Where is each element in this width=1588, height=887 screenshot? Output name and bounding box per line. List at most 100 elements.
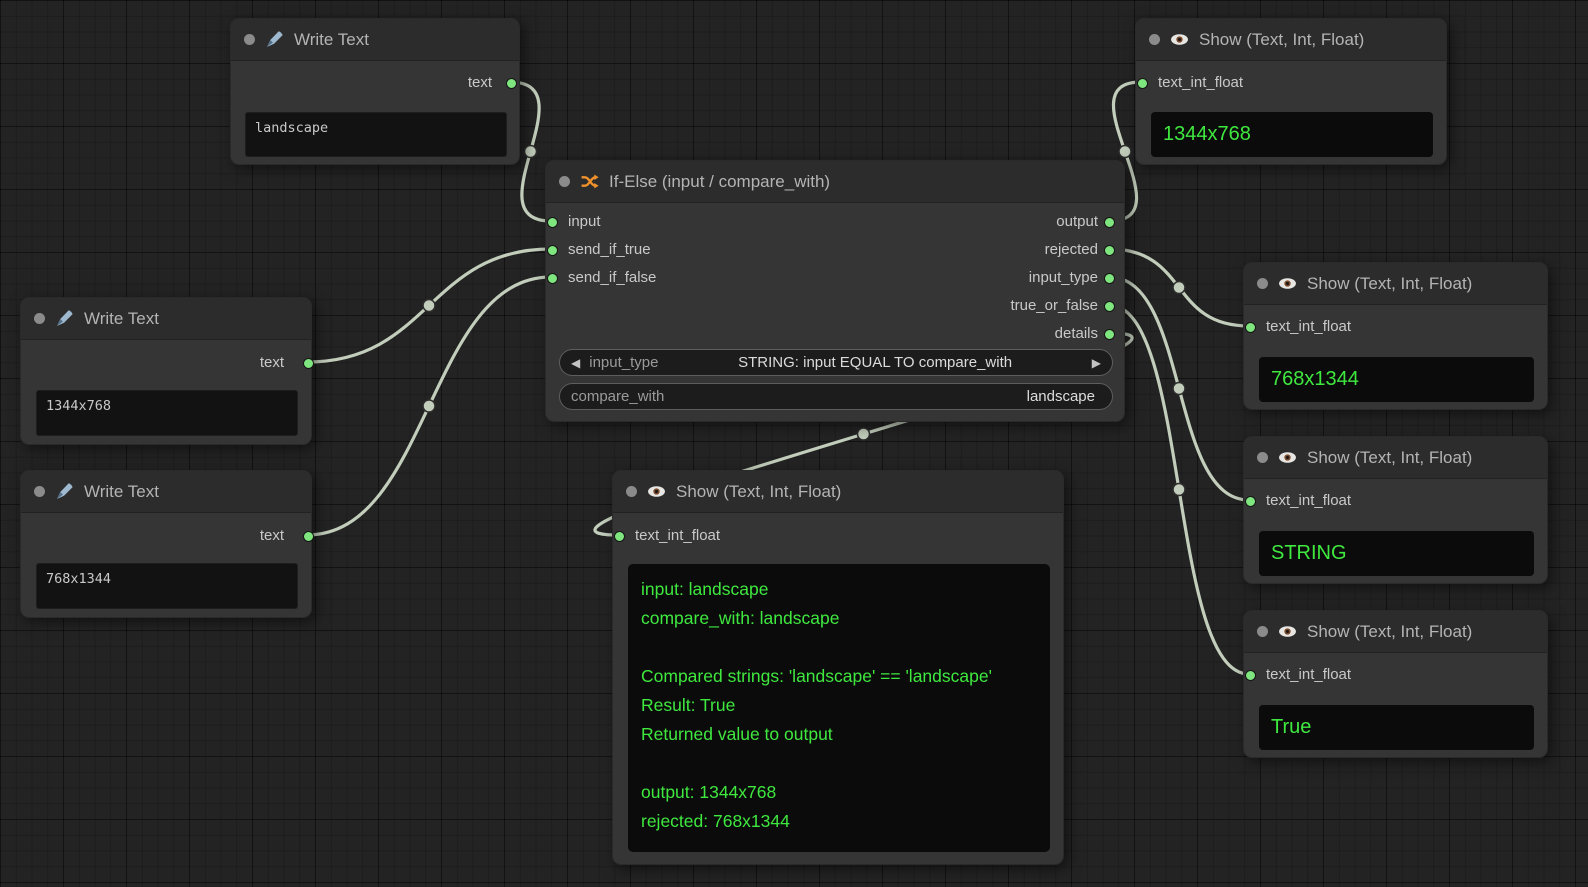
node-header[interactable]: Show (Text, Int, Float) xyxy=(1136,19,1446,61)
input-slot-label: text_int_float xyxy=(635,526,720,546)
output-slot-label: rejected xyxy=(1045,240,1098,260)
widget-value[interactable]: landscape xyxy=(1027,388,1101,405)
link-midpoint-dot[interactable] xyxy=(423,300,435,312)
input-slot-dot[interactable] xyxy=(547,273,558,284)
output-slot-dot[interactable] xyxy=(506,78,517,89)
output-slot-label: true_or_false xyxy=(1010,296,1098,316)
shuffle-icon xyxy=(580,172,599,191)
show-line xyxy=(641,633,1037,662)
link-midpoint-dot[interactable] xyxy=(1173,484,1185,496)
node-title: Show (Text, Int, Float) xyxy=(676,482,841,502)
node-write-text-2[interactable]: Write Text text 1344x768 xyxy=(20,297,312,445)
node-header[interactable]: Show (Text, Int, Float) xyxy=(613,471,1063,513)
node-title: Write Text xyxy=(84,309,159,329)
show-value: 1344x768 xyxy=(1151,112,1433,157)
node-show-right-2[interactable]: Show (Text, Int, Float) text_int_float S… xyxy=(1243,436,1548,584)
combo-prev-arrow[interactable]: ◀ xyxy=(571,357,580,369)
input-slot-label: text_int_float xyxy=(1266,665,1351,685)
eye-icon xyxy=(1278,274,1297,293)
node-show-main[interactable]: Show (Text, Int, Float) text_int_float i… xyxy=(612,470,1064,865)
collapse-dot[interactable] xyxy=(1257,278,1268,289)
widget-name: compare_with xyxy=(571,388,664,405)
combo-name: input_type xyxy=(589,354,658,371)
input-slot-dot[interactable] xyxy=(614,531,625,542)
node-title: Write Text xyxy=(294,30,369,50)
collapse-dot[interactable] xyxy=(244,34,255,45)
collapse-dot[interactable] xyxy=(34,486,45,497)
output-slot-label: input_type xyxy=(1029,268,1098,288)
text-input[interactable]: landscape xyxy=(245,112,507,157)
link-midpoint-dot[interactable] xyxy=(525,146,537,158)
show-line: output: 1344x768 xyxy=(641,778,1037,807)
node-header[interactable]: Write Text xyxy=(21,471,311,513)
collapse-dot[interactable] xyxy=(1257,452,1268,463)
link-midpoint-dot[interactable] xyxy=(1119,146,1131,158)
node-write-text-1[interactable]: Write Text text landscape xyxy=(230,18,520,165)
combo-value[interactable]: STRING: input EQUAL TO compare_with xyxy=(667,354,1082,371)
output-slot-label: text xyxy=(468,73,492,93)
show-line: rejected: 768x1344 xyxy=(641,807,1037,836)
collapse-dot[interactable] xyxy=(1257,626,1268,637)
text-input[interactable]: 1344x768 xyxy=(36,390,298,436)
link-midpoint-dot[interactable] xyxy=(1173,282,1185,294)
input-slot-dot[interactable] xyxy=(1245,670,1256,681)
input-slot-dot[interactable] xyxy=(547,217,558,228)
output-slot-dot[interactable] xyxy=(303,531,314,542)
eye-icon xyxy=(647,482,666,501)
show-line: Result: True xyxy=(641,691,1037,720)
node-header[interactable]: Show (Text, Int, Float) xyxy=(1244,263,1547,305)
input-slot-dot[interactable] xyxy=(1245,496,1256,507)
node-title: Show (Text, Int, Float) xyxy=(1307,622,1472,642)
node-title: Write Text xyxy=(84,482,159,502)
show-line: Compared strings: 'landscape' == 'landsc… xyxy=(641,662,1037,691)
input-slot-label: send_if_true xyxy=(568,240,651,260)
show-line: input: landscape xyxy=(641,575,1037,604)
output-slot-dot[interactable] xyxy=(1104,273,1115,284)
output-slot-dot[interactable] xyxy=(1104,245,1115,256)
pen-icon xyxy=(55,309,74,328)
output-slot-dot[interactable] xyxy=(1104,329,1115,340)
node-write-text-3[interactable]: Write Text text 768x1344 xyxy=(20,470,312,618)
node-header[interactable]: Write Text xyxy=(21,298,311,340)
node-title: If-Else (input / compare_with) xyxy=(609,172,830,192)
input-slot-dot[interactable] xyxy=(547,245,558,256)
node-title: Show (Text, Int, Float) xyxy=(1199,30,1364,50)
show-line xyxy=(641,749,1037,778)
combo-widget-input-type[interactable]: ◀ input_type STRING: input EQUAL TO comp… xyxy=(559,349,1113,376)
collapse-dot[interactable] xyxy=(1149,34,1160,45)
input-slot-label: text_int_float xyxy=(1266,317,1351,337)
node-header[interactable]: If-Else (input / compare_with) xyxy=(546,161,1124,203)
eye-icon xyxy=(1278,448,1297,467)
node-show-right-1[interactable]: Show (Text, Int, Float) text_int_float 7… xyxy=(1243,262,1548,410)
output-slot-dot[interactable] xyxy=(303,358,314,369)
node-show-top[interactable]: Show (Text, Int, Float) text_int_float 1… xyxy=(1135,18,1447,165)
combo-next-arrow[interactable]: ▶ xyxy=(1092,357,1101,369)
collapse-dot[interactable] xyxy=(626,486,637,497)
node-header[interactable]: Show (Text, Int, Float) xyxy=(1244,437,1547,479)
node-title: Show (Text, Int, Float) xyxy=(1307,448,1472,468)
input-slot-dot[interactable] xyxy=(1137,78,1148,89)
node-graph-canvas[interactable]: Write Text text landscape Write Text tex… xyxy=(0,0,1588,887)
node-show-right-3[interactable]: Show (Text, Int, Float) text_int_float T… xyxy=(1243,610,1548,758)
eye-icon xyxy=(1278,622,1297,641)
text-widget-compare-with[interactable]: compare_with landscape xyxy=(559,383,1113,410)
output-slot-dot[interactable] xyxy=(1104,301,1115,312)
output-slot-dot[interactable] xyxy=(1104,217,1115,228)
output-slot-label: text xyxy=(260,526,284,546)
node-header[interactable]: Show (Text, Int, Float) xyxy=(1244,611,1547,653)
input-slot-label: text_int_float xyxy=(1158,73,1243,93)
text-input[interactable]: 768x1344 xyxy=(36,563,298,609)
node-header[interactable]: Write Text xyxy=(231,19,519,61)
input-slot-label: input xyxy=(568,212,601,232)
output-slot-label: details xyxy=(1055,324,1098,344)
link-midpoint-dot[interactable] xyxy=(858,428,870,440)
collapse-dot[interactable] xyxy=(34,313,45,324)
output-slot-label: text xyxy=(260,353,284,373)
collapse-dot[interactable] xyxy=(559,176,570,187)
show-value: True xyxy=(1259,705,1534,750)
link-midpoint-dot[interactable] xyxy=(423,400,435,412)
link-midpoint-dot[interactable] xyxy=(1173,383,1185,395)
pen-icon xyxy=(55,482,74,501)
node-if-else[interactable]: If-Else (input / compare_with) input sen… xyxy=(545,160,1125,422)
input-slot-dot[interactable] xyxy=(1245,322,1256,333)
